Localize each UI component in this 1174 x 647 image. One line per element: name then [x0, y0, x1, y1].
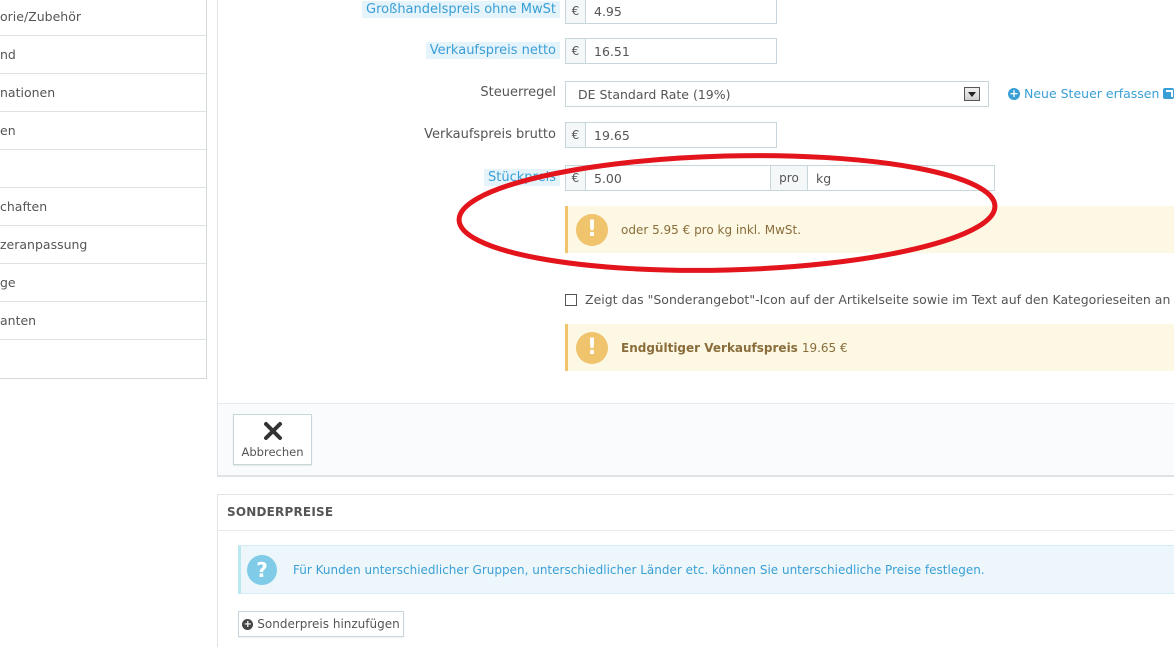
- sidebar-item-label: nationen: [0, 85, 56, 100]
- unit-price-input[interactable]: 5.00: [586, 166, 770, 190]
- add-special-price-label: Sonderpreis hinzufügen: [257, 617, 400, 631]
- sidebar-item-features[interactable]: chaften: [0, 188, 206, 226]
- special-offer-label: Zeigt das "Sonderangebot"-Icon auf der A…: [585, 292, 1171, 307]
- divider: [218, 530, 1174, 531]
- sidebar-item[interactable]: en: [0, 112, 206, 150]
- unit-price-label: Stückpreis: [484, 169, 560, 186]
- wholesale-label-row: Großhandelspreis ohne MwSt: [217, 1, 560, 23]
- per-addon: pro: [770, 166, 808, 190]
- add-special-price-button[interactable]: + Sonderpreis hinzufügen: [238, 611, 404, 637]
- wholesale-price-input[interactable]: 4.95: [586, 0, 776, 23]
- gross-price-input[interactable]: 19.65: [586, 123, 776, 147]
- sidebar-item-suppliers[interactable]: anten: [0, 302, 206, 340]
- net-price-input[interactable]: 16.51: [586, 39, 776, 63]
- sidebar-item[interactable]: nd: [0, 36, 206, 74]
- unit-price-alert: ! oder 5.95 € pro kg inkl. MwSt.: [565, 206, 1174, 253]
- plus-circle-icon: +: [1008, 86, 1020, 100]
- wholesale-price-field: € 4.95: [565, 0, 777, 24]
- sidebar-item-customization[interactable]: zeranpassung: [0, 226, 206, 264]
- cancel-button[interactable]: Abbrechen: [233, 414, 312, 465]
- gross-price-label: Verkaufspreis brutto: [424, 127, 556, 142]
- special-prices-info-text: Für Kunden unterschiedlicher Gruppen, un…: [293, 562, 985, 577]
- sidebar-nav: orie/Zubehör nd nationen en chaften zera…: [0, 0, 207, 379]
- currency-addon: €: [566, 166, 586, 190]
- gross-price-field: € 19.65: [565, 122, 777, 148]
- sidebar-item-label: en: [0, 123, 16, 138]
- special-prices-title: SONDERPREISE: [227, 505, 334, 519]
- tax-rule-label: Steuerregel: [480, 85, 556, 100]
- exclamation-icon: !: [576, 331, 608, 364]
- question-icon: ?: [247, 554, 277, 585]
- panel-footer: [218, 403, 1174, 475]
- net-price-field: € 16.51: [565, 38, 777, 64]
- sidebar-item-label: ge: [0, 275, 16, 290]
- sidebar-item-label: orie/Zubehör: [0, 8, 81, 24]
- unit-price-field: € 5.00 pro kg: [565, 165, 995, 191]
- close-icon: [263, 421, 282, 440]
- new-tax-link[interactable]: + Neue Steuer erfassen: [1008, 86, 1174, 101]
- gross-label-row: Verkaufspreis brutto: [217, 127, 560, 149]
- special-offer-option: Zeigt das "Sonderangebot"-Icon auf der A…: [565, 292, 1170, 307]
- chevron-down-icon[interactable]: [964, 87, 980, 101]
- special-offer-checkbox[interactable]: [565, 293, 577, 306]
- cancel-label: Abbrechen: [241, 444, 304, 459]
- net-label-row: Verkaufspreis netto: [217, 42, 560, 64]
- sidebar-item-attachments[interactable]: ge: [0, 264, 206, 302]
- sidebar-item-label: chaften: [0, 199, 48, 214]
- sidebar-item-label: nd: [0, 47, 16, 62]
- final-price-label: Endgültiger Verkaufspreis: [621, 340, 798, 355]
- sidebar-item[interactable]: [0, 340, 206, 378]
- new-tax-link-label: Neue Steuer erfassen: [1024, 86, 1160, 101]
- tax-label-row: Steuerregel: [217, 85, 560, 107]
- sidebar-item-category[interactable]: orie/Zubehör: [0, 0, 206, 36]
- currency-addon: €: [566, 39, 586, 63]
- sidebar-item-label: zeranpassung: [0, 237, 88, 252]
- special-prices-info: ? Für Kunden unterschiedlicher Gruppen, …: [238, 545, 1174, 594]
- sidebar-item[interactable]: [0, 150, 206, 188]
- plus-circle-icon: +: [242, 618, 254, 630]
- tax-rule-value: DE Standard Rate (19%): [578, 86, 731, 102]
- net-price-label: Verkaufspreis netto: [425, 42, 560, 59]
- external-link-icon: [1163, 88, 1174, 99]
- final-price-alert: ! Endgültiger Verkaufspreis 19.65 €: [565, 324, 1174, 371]
- currency-addon: €: [566, 0, 586, 23]
- sidebar-item-label: anten: [0, 313, 37, 328]
- unit-label-row: Stückpreis: [217, 169, 560, 191]
- final-price-value: 19.65 €: [801, 340, 848, 355]
- sidebar-item-combinations[interactable]: nationen: [0, 74, 206, 112]
- exclamation-icon: !: [576, 213, 608, 246]
- wholesale-price-label: Großhandelspreis ohne MwSt: [362, 1, 560, 18]
- currency-addon: €: [566, 123, 586, 147]
- unit-price-alert-text: oder 5.95 € pro kg inkl. MwSt.: [621, 222, 802, 237]
- unit-name-input[interactable]: kg: [808, 166, 994, 190]
- tax-rule-select[interactable]: DE Standard Rate (19%): [565, 81, 989, 107]
